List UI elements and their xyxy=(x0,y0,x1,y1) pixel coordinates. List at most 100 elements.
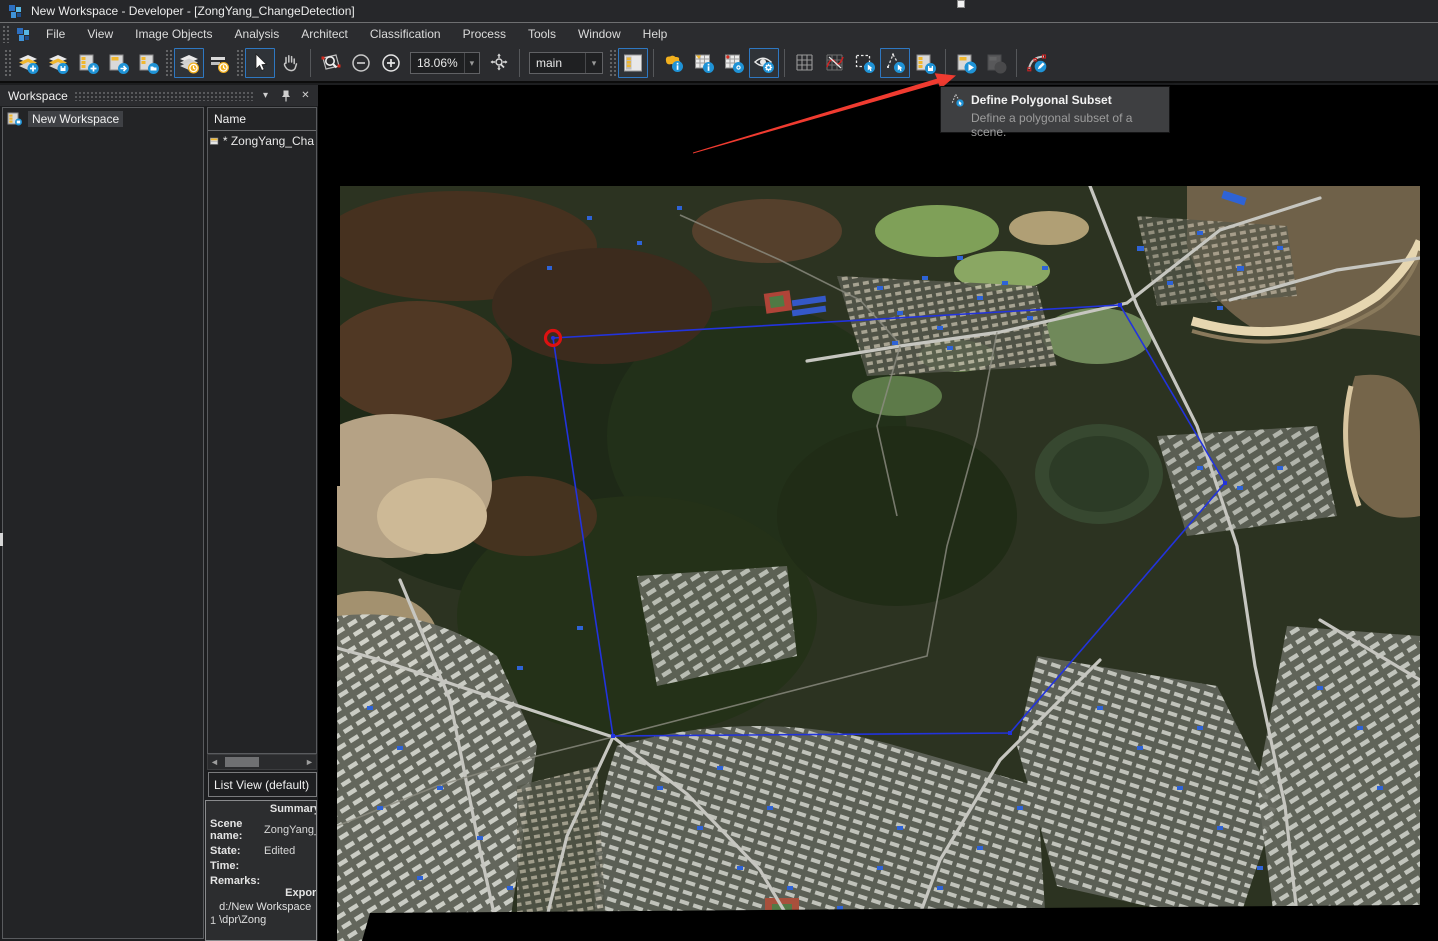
application-window: New Workspace - Developer - [ZongYang_Ch… xyxy=(0,0,1438,941)
slider-time-icon xyxy=(207,51,231,75)
summary-label-remarks: Remarks: xyxy=(210,875,262,887)
import-scene-button[interactable] xyxy=(103,48,133,78)
workspace-drag-grip[interactable] xyxy=(74,91,254,101)
toolbar-grip xyxy=(165,49,172,77)
zoom-area-icon xyxy=(319,51,343,75)
summary-value-remarks xyxy=(264,875,317,887)
menu-architect[interactable]: Architect xyxy=(290,23,359,45)
list-column-header-name[interactable]: Name xyxy=(208,108,316,131)
toolbar-grip xyxy=(236,49,243,77)
image-object-info-button[interactable] xyxy=(689,48,719,78)
export-row-path: d:/New Workspace\dpr\Zong xyxy=(219,901,315,926)
select-cursor-button[interactable] xyxy=(245,48,275,78)
map-view-combo[interactable]: main ▾ xyxy=(529,52,603,74)
save-project-button[interactable] xyxy=(43,48,73,78)
cut-objects-button[interactable] xyxy=(820,48,850,78)
summary-value-time xyxy=(264,860,317,872)
thematic-layer-attribute-button[interactable] xyxy=(719,48,749,78)
scene-list-item[interactable]: * ZongYang_Cha xyxy=(208,131,316,151)
layout-panel-button[interactable] xyxy=(618,48,648,78)
menu-help[interactable]: Help xyxy=(632,23,679,45)
summary-header: Summary xyxy=(205,803,317,815)
add-scene-button[interactable] xyxy=(73,48,103,78)
menu-image-objects[interactable]: Image Objects xyxy=(124,23,223,45)
save-subset-button[interactable] xyxy=(910,48,940,78)
menu-tools[interactable]: Tools xyxy=(517,23,567,45)
summary-value-scene-name: ZongYang_ xyxy=(264,824,317,836)
list-horizontal-scrollbar[interactable]: ◄ ► xyxy=(207,754,317,770)
open-workspace-button[interactable] xyxy=(133,48,163,78)
eye-gear-icon xyxy=(752,51,776,75)
view-settings-button[interactable] xyxy=(749,48,779,78)
chevron-down-icon[interactable]: ▾ xyxy=(464,53,479,73)
main-toolbar: 18.06% ▾ main ▾ xyxy=(0,45,1438,83)
define-polygonal-subset-button[interactable] xyxy=(880,48,910,78)
new-project-button[interactable] xyxy=(13,48,43,78)
class-legend-button[interactable] xyxy=(659,48,689,78)
curve-edit-icon xyxy=(1025,51,1049,75)
pan-button[interactable] xyxy=(275,48,305,78)
layers-time-icon xyxy=(177,51,201,75)
panel-close-icon[interactable]: ✕ xyxy=(297,88,314,104)
toolbar-separator xyxy=(1016,49,1017,77)
scroll-left-arrow-icon[interactable]: ◄ xyxy=(208,755,221,769)
layers-time-button[interactable] xyxy=(174,48,204,78)
export-row: 1 d:/New Workspace\dpr\Zong xyxy=(210,901,316,926)
table-toggle-icon xyxy=(722,51,746,75)
menu-view[interactable]: View xyxy=(76,23,124,45)
bar-time-button[interactable] xyxy=(204,48,234,78)
window-layout-icon xyxy=(621,51,645,75)
scroll-right-arrow-icon[interactable]: ► xyxy=(303,755,316,769)
workspace-tree-root[interactable]: New Workspace xyxy=(3,108,203,130)
panel-save-icon xyxy=(913,51,937,75)
edit-polygon-button[interactable] xyxy=(1022,48,1052,78)
menu-analysis[interactable]: Analysis xyxy=(224,23,291,45)
hand-icon xyxy=(278,51,302,75)
chevron-down-icon[interactable]: ▾ xyxy=(585,53,602,73)
zoom-area-button[interactable] xyxy=(316,48,346,78)
map-viewport[interactable] xyxy=(337,186,1420,941)
list-view-mode-combo[interactable]: List View (default) xyxy=(208,772,317,797)
cursor-artifact xyxy=(957,0,965,8)
cursor-icon xyxy=(248,51,272,75)
rectangle-subset-cursor-icon xyxy=(853,51,877,75)
zoom-level-value: 18.06% xyxy=(411,56,464,70)
summary-value-state: Edited xyxy=(264,845,317,857)
export-row-index: 1 xyxy=(210,915,216,927)
zoom-out-button[interactable] xyxy=(346,48,376,78)
tooltip-description: Define a polygonal subset of a scene. xyxy=(971,111,1161,139)
scene-summary-panel: Summary Scene name: ZongYang_ State: Edi… xyxy=(205,800,317,941)
panel-pin-icon[interactable] xyxy=(277,88,294,104)
workspace-tree-root-label[interactable]: New Workspace xyxy=(28,111,123,127)
minus-circle-icon xyxy=(349,51,373,75)
menu-window[interactable]: Window xyxy=(567,23,632,45)
panel-menu-chevron-icon[interactable]: ▾ xyxy=(257,88,274,104)
workspace-icon xyxy=(7,112,23,126)
splitter-handle[interactable] xyxy=(0,533,3,546)
layers-add-icon xyxy=(16,51,40,75)
plus-circle-icon xyxy=(379,51,403,75)
zoom-level-combo[interactable]: 18.06% ▾ xyxy=(410,52,480,74)
zoom-in-button[interactable] xyxy=(376,48,406,78)
scrollbar-track[interactable] xyxy=(221,755,303,769)
summary-label-state: State: xyxy=(210,845,262,857)
tooltip-define-polygonal-subset: Define Polygonal Subset Define a polygon… xyxy=(940,86,1170,133)
menu-file[interactable]: File xyxy=(35,23,76,45)
panel-folder-icon xyxy=(136,51,160,75)
define-rectangular-subset-button[interactable] xyxy=(850,48,880,78)
pixel-grid-button[interactable] xyxy=(790,48,820,78)
workspace-tree-panel[interactable]: New Workspace xyxy=(2,107,204,939)
toolbar-grip xyxy=(609,49,616,77)
navigate-button[interactable] xyxy=(484,48,514,78)
run-process-button[interactable] xyxy=(951,48,981,78)
table-info-icon xyxy=(692,51,716,75)
app-logo-icon xyxy=(8,4,23,19)
menu-process[interactable]: Process xyxy=(452,23,517,45)
document-icon[interactable] xyxy=(16,27,31,42)
scene-list-panel[interactable]: Name * ZongYang_Cha xyxy=(207,107,317,754)
title-bar: New Workspace - Developer - [ZongYang_Ch… xyxy=(0,0,1438,22)
workspace-panel-header: Workspace ▾ ✕ xyxy=(0,85,318,106)
stop-process-button[interactable] xyxy=(981,48,1011,78)
scrollbar-thumb[interactable] xyxy=(225,757,259,767)
menu-classification[interactable]: Classification xyxy=(359,23,452,45)
